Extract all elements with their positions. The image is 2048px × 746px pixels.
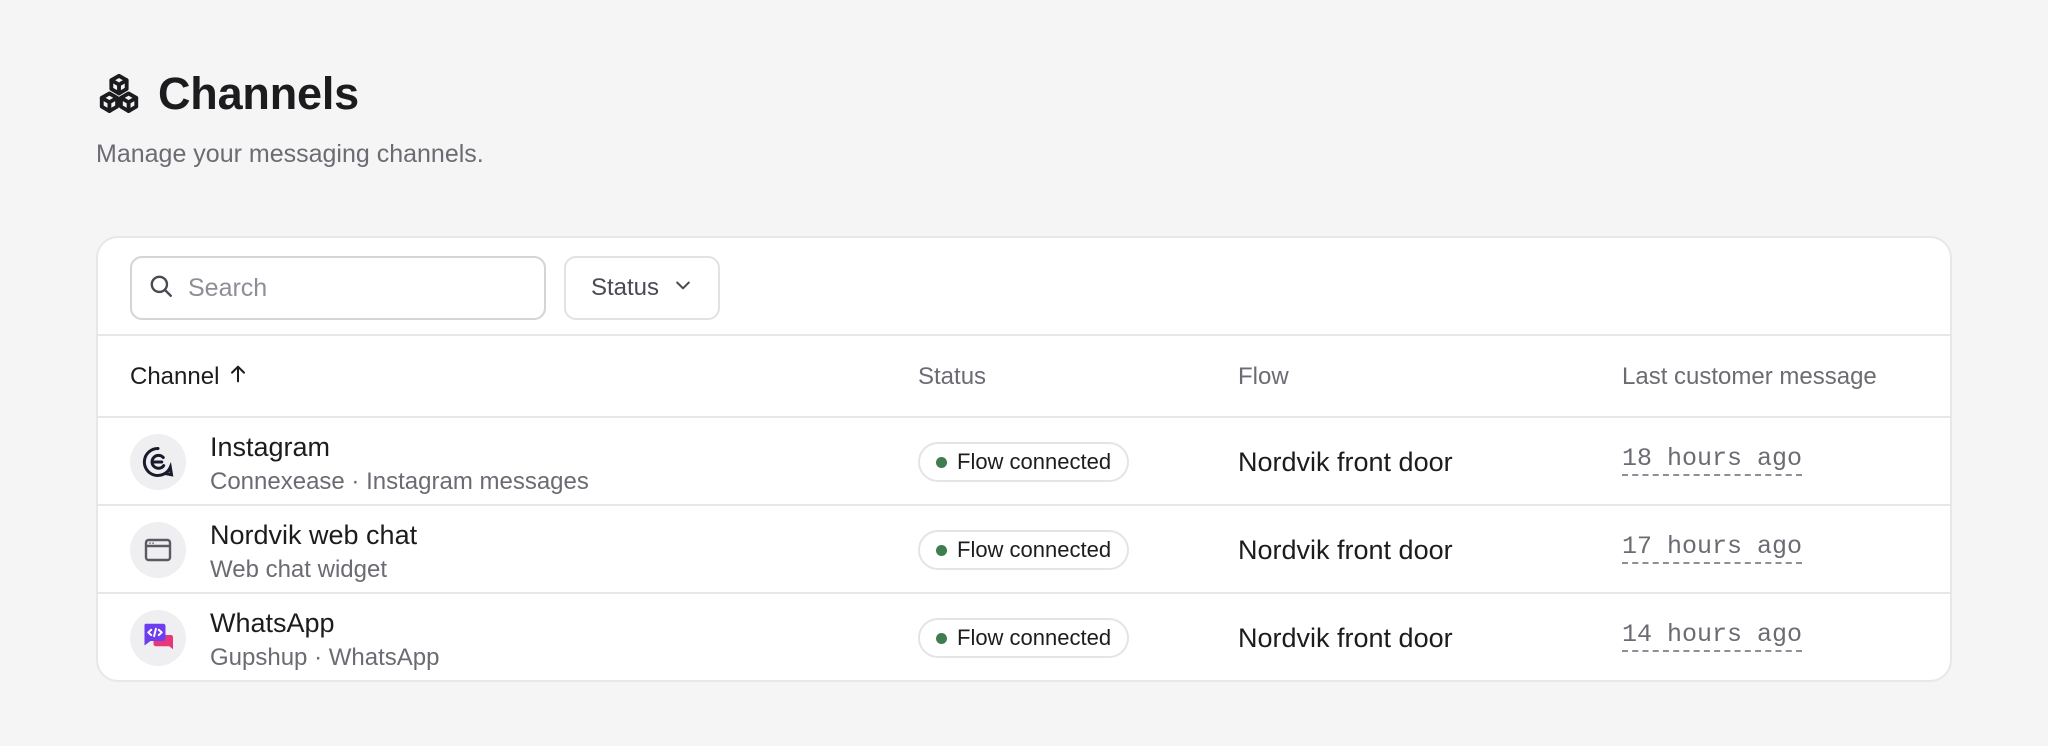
page-subtitle: Manage your messaging channels. (96, 140, 484, 168)
table-row[interactable]: Instagram Connexease · Instagram message… (98, 418, 1950, 506)
table-row[interactable]: WhatsApp Gupshup · WhatsApp Flow connect… (98, 594, 1950, 680)
status-dot (936, 544, 947, 556)
arrow-up-icon (227, 363, 249, 392)
column-header-status[interactable]: Status (918, 336, 986, 418)
channel-name: Instagram (210, 432, 331, 462)
table-header: Channel Status Flow Last customer messag… (98, 336, 1950, 418)
column-header-last-message[interactable]: Last customer message (1622, 336, 1877, 418)
status-filter-button[interactable]: Status (564, 256, 720, 320)
column-header-flow[interactable]: Flow (1238, 336, 1289, 418)
cubes-icon (96, 71, 142, 117)
table-row[interactable]: Nordvik web chat Web chat widget Flow co… (98, 506, 1950, 594)
chevron-down-icon (673, 274, 693, 302)
search-icon (148, 273, 174, 304)
title-row: Channels (96, 66, 484, 122)
status-badge: Flow connected (918, 442, 1130, 482)
table-toolbar: Status (98, 238, 1950, 336)
flow-cell: Nordvik front door (1238, 534, 1453, 565)
status-badge-label: Flow connected (957, 449, 1112, 474)
flow-cell: Nordvik front door (1238, 446, 1453, 477)
last-message-time: 14 hours ago (1622, 620, 1803, 652)
channels-card: Status Channel Status Flow Last customer… (96, 236, 1952, 682)
browser-window-icon (130, 522, 186, 578)
status-badge-label: Flow connected (957, 537, 1112, 562)
last-message-time: 18 hours ago (1622, 444, 1803, 476)
channel-name: WhatsApp (210, 608, 335, 638)
search-input[interactable] (188, 273, 488, 303)
status-badge: Flow connected (918, 618, 1130, 658)
channel-name: Nordvik web chat (210, 520, 418, 550)
column-header-channel-label: Channel (130, 363, 220, 390)
instagram-connexease-icon (130, 434, 186, 490)
flow-cell: Nordvik front door (1238, 622, 1453, 653)
page-header: Channels Manage your messaging channels. (96, 66, 484, 169)
status-filter-label: Status (590, 274, 660, 301)
channel-subtitle: Connexease · Instagram messages (210, 468, 589, 495)
status-dot (936, 632, 947, 644)
channel-subtitle: Gupshup · WhatsApp (210, 644, 440, 671)
search-box[interactable] (130, 256, 546, 320)
column-header-channel[interactable]: Channel (130, 336, 249, 418)
status-dot (936, 456, 947, 468)
whatsapp-gupshup-icon (130, 610, 186, 666)
status-badge-label: Flow connected (957, 625, 1112, 650)
last-message-time: 17 hours ago (1622, 532, 1803, 564)
page-title: Channels (158, 68, 359, 119)
status-badge: Flow connected (918, 530, 1130, 570)
channel-subtitle: Web chat widget (210, 556, 387, 583)
